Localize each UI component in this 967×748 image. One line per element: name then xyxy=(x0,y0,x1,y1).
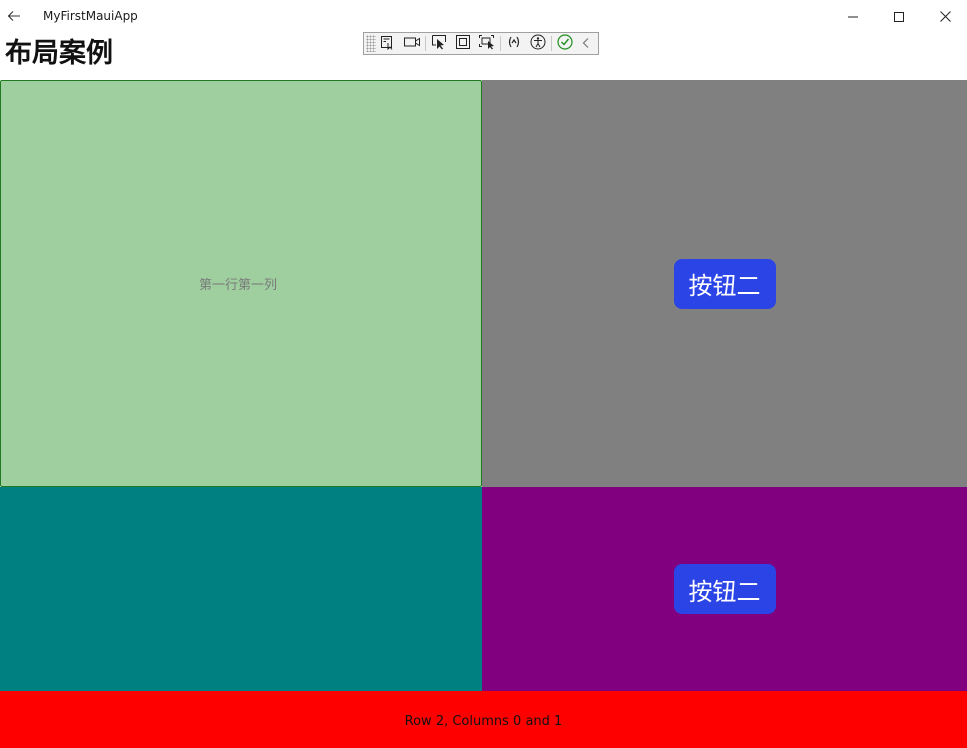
grid-row2-span: Row 2, Columns 0 and 1 xyxy=(0,691,967,748)
page-title: 布局案例 xyxy=(5,38,113,69)
toolbar-grip-icon[interactable] xyxy=(366,35,376,52)
debug-toolbar xyxy=(363,32,599,55)
check-ok-button[interactable] xyxy=(553,33,577,54)
app-window: MyFirstMauiApp 布局案例 第一行第一列 按钮二 按钮二 Row 2… xyxy=(0,0,967,748)
display-layout-adorners-button[interactable] xyxy=(451,33,475,54)
record-button[interactable] xyxy=(400,33,424,54)
live-visual-tree-icon xyxy=(380,34,396,54)
button-two[interactable]: 按钮二 xyxy=(673,258,776,309)
title-bar: MyFirstMauiApp xyxy=(0,0,967,33)
minimize-icon xyxy=(848,7,858,26)
toolbar-separator xyxy=(551,36,552,51)
binding-failures-button[interactable] xyxy=(502,33,526,54)
maximize-icon xyxy=(894,7,904,26)
record-icon xyxy=(403,34,421,53)
track-focus-icon xyxy=(478,34,496,54)
collapse-chevron-icon xyxy=(581,34,591,53)
binding-failures-icon xyxy=(507,34,521,53)
grid-cell-row0-col1: 按钮二 xyxy=(482,80,967,487)
display-layout-adorners-icon xyxy=(455,34,471,54)
row2-label: Row 2, Columns 0 and 1 xyxy=(404,714,563,729)
grid-cell-row0-col0: 第一行第一列 xyxy=(0,80,482,487)
back-button[interactable] xyxy=(0,0,28,33)
grid-cell-row1-col0 xyxy=(0,487,482,691)
collapse-toolbar-button[interactable] xyxy=(577,33,595,54)
app-title: MyFirstMauiApp xyxy=(43,9,138,23)
accessibility-icon xyxy=(530,34,546,54)
accessibility-button[interactable] xyxy=(526,33,550,54)
close-icon xyxy=(939,7,951,26)
close-button[interactable] xyxy=(922,0,967,33)
back-arrow-icon xyxy=(7,7,21,26)
toolbar-separator xyxy=(500,36,501,51)
toolbar-separator xyxy=(425,36,426,51)
select-element-button[interactable] xyxy=(427,33,451,54)
track-focus-button[interactable] xyxy=(475,33,499,54)
check-ok-icon xyxy=(557,33,573,54)
select-element-icon xyxy=(431,34,447,54)
maximize-button[interactable] xyxy=(876,0,922,33)
minimize-button[interactable] xyxy=(830,0,876,33)
live-visual-tree-button[interactable] xyxy=(376,33,400,54)
cell-label: 第一行第一列 xyxy=(198,278,277,293)
button-two-lower[interactable]: 按钮二 xyxy=(673,564,776,614)
grid-cell-row1-col1: 按钮二 xyxy=(482,487,967,691)
